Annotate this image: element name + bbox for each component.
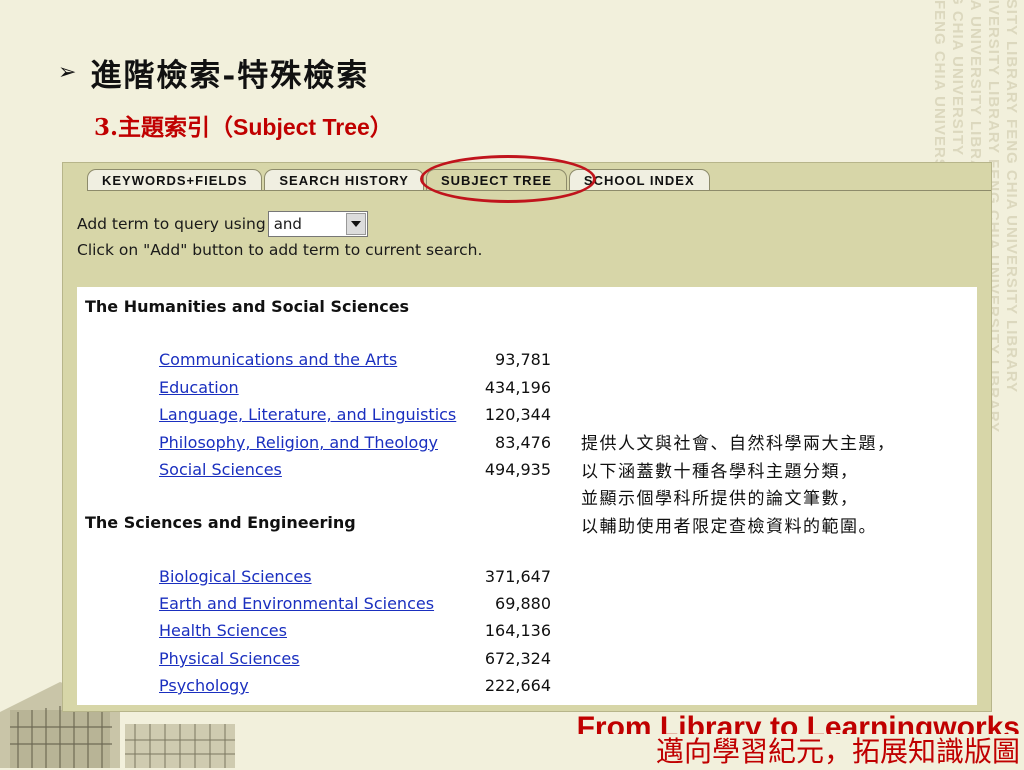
tab-divider: [87, 190, 991, 191]
tab-school-index[interactable]: SCHOOL INDEX: [568, 169, 710, 190]
add-term-hint: Click on "Add" button to add term to cur…: [77, 241, 483, 259]
subject-link[interactable]: Education: [159, 378, 239, 397]
footer-slogan-chinese: 邁向學習紀元，拓展知識版圖: [655, 735, 1020, 768]
subject-link[interactable]: Physical Sciences: [159, 649, 300, 668]
list-item: Psychology 222,664: [159, 676, 551, 700]
list-item: Biological Sciences 371,647: [159, 567, 551, 591]
subtitle-suffix: ）: [369, 114, 393, 141]
query-operator-row: Add term to query using and: [77, 211, 368, 237]
footer-slogan-english: From Library to Learningworks: [576, 711, 1020, 734]
subject-link[interactable]: Psychology: [159, 676, 249, 695]
list-item: Health Sciences 164,136: [159, 621, 551, 645]
subject-link[interactable]: Communications and the Arts: [159, 350, 397, 369]
tab-bar: KEYWORDS+FIELDS SEARCH HISTORY SUBJECT T…: [87, 169, 712, 191]
note-line: 以輔助使用者限定查檢資料的範圍。: [581, 516, 877, 537]
list-item: Physical Sciences 672,324: [159, 649, 551, 673]
query-operator-value: and: [273, 215, 302, 233]
list-item: Social Sciences 494,935: [159, 460, 551, 484]
chevron-down-icon[interactable]: [345, 213, 366, 235]
subject-link[interactable]: Biological Sciences: [159, 567, 312, 586]
record-count: 69,880: [495, 594, 551, 613]
record-count: 672,324: [484, 649, 551, 668]
tab-subject-tree[interactable]: SUBJECT TREE: [425, 169, 567, 190]
record-count: 83,476: [495, 433, 551, 452]
query-operator-select[interactable]: and: [267, 211, 368, 237]
tab-keywords-fields[interactable]: KEYWORDS+FIELDS: [87, 169, 263, 190]
record-count: 434,196: [484, 378, 551, 397]
subject-tree-list: The Humanities and Social Sciences Commu…: [77, 287, 977, 705]
list-item: Communications and the Arts 93,781: [159, 350, 551, 374]
subject-link[interactable]: Social Sciences: [159, 460, 282, 479]
list-item: Earth and Environmental Sciences 69,880: [159, 594, 551, 618]
subject-link[interactable]: Earth and Environmental Sciences: [159, 594, 434, 613]
subject-link[interactable]: Language, Literature, and Linguistics: [159, 405, 456, 424]
note-line: 以下涵蓋數十種各學科主題分類，: [581, 461, 859, 482]
search-panel: KEYWORDS+FIELDS SEARCH HISTORY SUBJECT T…: [62, 162, 992, 712]
record-count: 93,781: [495, 350, 551, 369]
note-line: 提供人文與社會、自然科學兩大主題，: [581, 434, 896, 454]
section-heading: The Humanities and Social Sciences: [85, 297, 410, 316]
record-count: 164,136: [484, 621, 551, 640]
subject-link[interactable]: Philosophy, Religion, and Theology: [159, 433, 438, 452]
slide-title-row: ➢ 進階檢索-特殊檢索: [58, 50, 369, 95]
record-count: 120,344: [484, 405, 551, 424]
slide-subtitle: 3.主題索引（Subject Tree）: [94, 108, 393, 142]
note-line: 並顯示個學科所提供的論文筆數，: [581, 489, 859, 509]
subtitle-english: Subject Tree: [233, 114, 370, 140]
list-item: Education 434,196: [159, 378, 551, 402]
arrow-bullet-icon: ➢: [58, 60, 77, 85]
section-heading: The Sciences and Engineering: [85, 513, 356, 532]
watermark-text: FENG CHIA UNIVERSITY LIBRARY FENG CHIA U…: [1003, 0, 1020, 394]
list-item: Philosophy, Religion, and Theology 83,47…: [159, 433, 551, 457]
slide-title: 進階檢索-特殊檢索: [90, 58, 370, 94]
subtitle-prefix: 3.主題索引（: [94, 114, 234, 141]
subject-link[interactable]: Health Sciences: [159, 621, 287, 640]
record-count: 222,664: [484, 676, 551, 695]
query-operator-label: Add term to query using: [77, 215, 266, 233]
tab-search-history[interactable]: SEARCH HISTORY: [264, 169, 424, 190]
explanation-note: 提供人文與社會、自然科學兩大主題， 以下涵蓋數十種各學科主題分類， 並顯示個學科…: [581, 431, 1001, 541]
list-item: Language, Literature, and Linguistics 12…: [159, 405, 551, 429]
record-count: 494,935: [484, 460, 551, 479]
record-count: 371,647: [484, 567, 551, 586]
